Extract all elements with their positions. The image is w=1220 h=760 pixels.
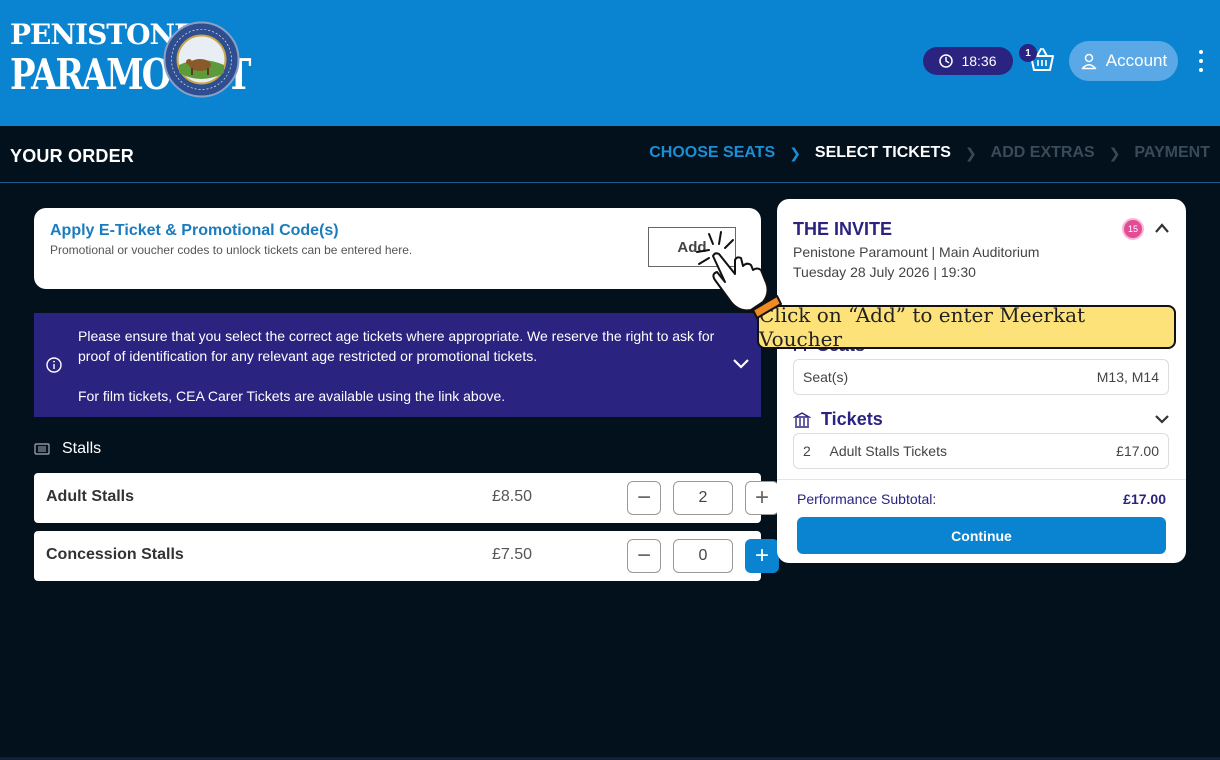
timer-value: 18:36 [961, 53, 997, 69]
age-notice[interactable]: Please ensure that you select the correc… [34, 313, 761, 417]
tutorial-callout: Click on “Add” to enter Meerkat Voucher [757, 303, 1176, 351]
promo-title: Apply E-Ticket & Promotional Code(s) [50, 222, 339, 239]
brand-name-line2: PARAMOUNT [10, 50, 251, 100]
seats-value: M13, M14 [1096, 369, 1159, 385]
notice-line1: Please ensure that you select the correc… [78, 328, 715, 364]
session-timer: 18:36 [923, 47, 1013, 75]
more-menu-icon[interactable] [1196, 50, 1206, 72]
step-add-extras: ADD EXTRAS [990, 144, 1095, 161]
stalls-heading-label: Stalls [62, 440, 102, 457]
decrease-button[interactable]: − [627, 539, 661, 573]
info-icon [46, 357, 62, 373]
step-select-tickets: SELECT TICKETS [814, 144, 951, 161]
quantity-value[interactable]: 0 [673, 539, 733, 573]
ticket-name: Adult Stalls [46, 488, 135, 505]
council-seal-icon [163, 21, 240, 98]
notice-line2: For film tickets, CEA Carer Tickets are … [78, 388, 506, 404]
ticket-summary-name: Adult Stalls Tickets [829, 443, 947, 459]
subtotal-value: £17.00 [1123, 491, 1166, 507]
age-rating-badge: 15 [1122, 218, 1144, 240]
pointer-hand-icon [696, 231, 782, 319]
order-summary-panel: THE INVITE 15 Penistone Paramount | Main… [777, 199, 1186, 563]
quantity-value[interactable]: 2 [673, 481, 733, 515]
increase-button[interactable]: + [745, 539, 779, 573]
step-choose-seats[interactable]: CHOOSE SEATS [649, 144, 775, 162]
stalls-heading: Stalls [34, 440, 101, 458]
tickets-box: 2 Adult Stalls Tickets £17.00 [793, 433, 1169, 469]
ticket-summary-total: £17.00 [1116, 443, 1159, 459]
checkout-steps: CHOOSE SEATS ❯ SELECT TICKETS ❯ ADD EXTR… [649, 144, 1210, 162]
event-title: THE INVITE [793, 219, 893, 239]
ticket-summary-qty: 2 [803, 443, 811, 459]
ticket-price: £7.50 [492, 546, 533, 563]
ticket-price: £8.50 [492, 488, 533, 505]
ticket-row: Concession Stalls £7.50 − 0 + [34, 531, 779, 581]
ticket-name: Concession Stalls [46, 546, 184, 563]
order-title: YOUR ORDER [10, 146, 135, 166]
chevron-down-icon[interactable] [1154, 413, 1170, 425]
theatre-icon [793, 411, 811, 428]
quantity-stepper: − 0 + [627, 539, 779, 573]
brand-name-line1: PENISTONE [10, 18, 195, 51]
ticket-icon [34, 443, 50, 455]
increase-button[interactable]: + [745, 481, 779, 515]
account-button[interactable]: Account [1069, 41, 1178, 81]
user-icon [1081, 53, 1097, 70]
event-datetime: Tuesday 28 July 2026 | 19:30 [793, 264, 976, 280]
chevron-up-icon[interactable] [1154, 222, 1170, 234]
subtotal-label: Performance Subtotal: [797, 491, 937, 507]
basket-count-badge: 1 [1019, 44, 1037, 62]
quantity-stepper: − 2 + [627, 481, 779, 515]
chevron-right-icon: ❯ [789, 144, 801, 161]
step-payment: PAYMENT [1134, 144, 1210, 161]
seats-box: Seat(s) M13, M14 [793, 359, 1169, 395]
clock-icon [939, 54, 954, 68]
chevron-right-icon: ❯ [964, 144, 977, 161]
ticket-row: Adult Stalls £8.50 − 2 + [34, 473, 779, 523]
brand-logo[interactable]: PENISTONE PARAMOUNT [10, 18, 251, 101]
account-label: Account [1105, 51, 1168, 70]
tickets-heading-label: Tickets [821, 409, 883, 429]
seats-label: Seat(s) [803, 369, 849, 385]
promo-subtitle: Promotional or voucher codes to unlock t… [50, 243, 413, 257]
decrease-button[interactable]: − [627, 481, 661, 515]
chevron-right-icon: ❯ [1108, 144, 1121, 161]
event-venue: Penistone Paramount | Main Auditorium [793, 244, 1040, 260]
chevron-down-icon[interactable] [732, 357, 750, 371]
promo-code-card: Apply E-Ticket & Promotional Code(s) Pro… [34, 208, 761, 289]
continue-button[interactable]: Continue [797, 517, 1166, 554]
summary-divider [777, 479, 1186, 480]
tickets-heading[interactable]: Tickets [793, 409, 883, 430]
